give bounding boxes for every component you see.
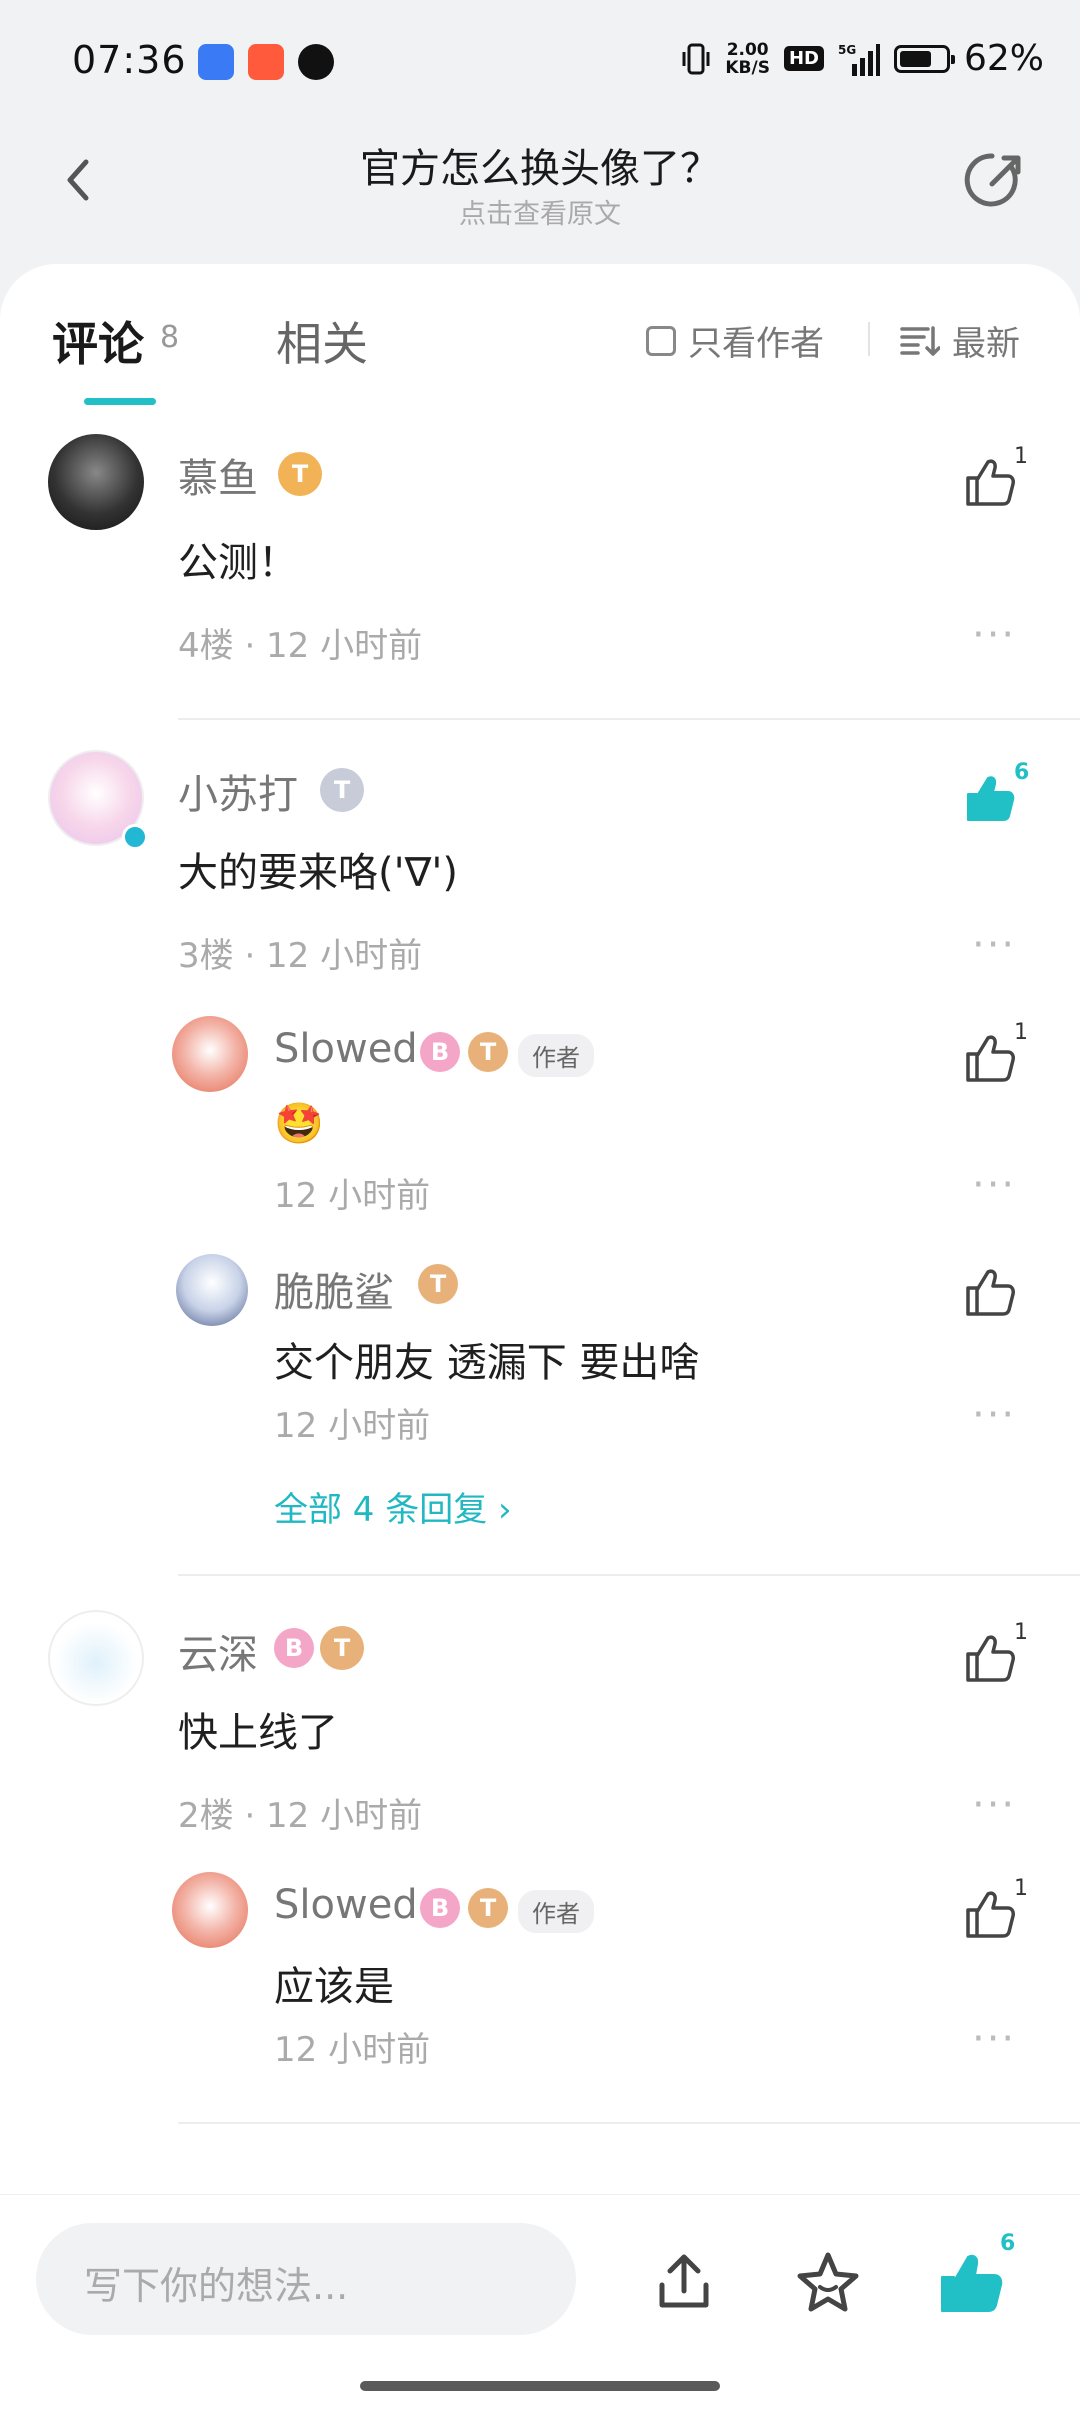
fan-badge: B [420,1032,460,1072]
reply-text: 交个朋友 透漏下 要出啥 [274,1340,700,1386]
username[interactable]: 慕鱼 [178,446,258,504]
like-count: 1 [1014,1020,1028,1045]
like-button[interactable] [962,1030,1018,1086]
reply-username[interactable]: 脆脆鲨 [274,1260,394,1318]
like-count: 1 [1014,444,1028,469]
tab-related[interactable]: 相关 [276,308,368,374]
level-badge: T [418,1264,458,1304]
author-only-toggle[interactable]: 只看作者 [646,316,824,365]
level-badge: T [278,452,322,496]
tab-comments-count: 8 [160,320,180,355]
more-options-button[interactable]: ··· [972,925,1016,965]
vibrate-icon [682,43,710,74]
reply-username[interactable]: Slowed [274,1882,418,1928]
author-tag: 作者 [518,1890,594,1933]
reply-text: 应该是 [274,1964,394,2010]
like-button[interactable] [962,1630,1018,1686]
username[interactable]: 云深 [178,1622,258,1680]
like-count: 6 [1014,760,1030,785]
kuaishou-app-icon [248,44,284,80]
comment-input-placeholder: 写下你的想法... [84,2264,349,2308]
comment-item: 小苏打 T 大的要来咯('∇') 3楼 · 12 小时前 6 ··· Slowe… [0,750,1080,1310]
home-indicator[interactable] [360,2381,720,2391]
avatar[interactable] [48,1610,144,1706]
like-count: 1 [1014,1876,1028,1901]
reply-text: 🤩 [274,1101,324,1147]
baidu-app-icon [198,44,234,80]
sort-label: 最新 [952,324,1020,364]
post-like-count: 6 [1000,2231,1016,2256]
divider [868,322,870,356]
separator [178,1574,1080,1576]
level-badge: T [468,1888,508,1928]
signal-icon: 5G [838,43,880,76]
comment-text: 快上线了 [178,1710,338,1756]
battery-icon [893,44,955,73]
comment-meta: 4楼 · 12 小时前 [178,626,423,666]
like-button-active[interactable] [962,770,1018,826]
view-all-replies-link[interactable]: 全部 4 条回复 › [274,1482,512,1531]
wechat-app-icon [298,44,334,80]
more-options-button[interactable]: ··· [972,2019,1016,2059]
share-button[interactable] [962,146,1030,214]
notification-icons [198,44,334,80]
level-badge: T [468,1032,508,1072]
comment-item: 慕鱼 T 公测！ 4楼 · 12 小时前 1 ··· [0,434,1080,734]
favorite-star-icon[interactable] [792,2247,864,2319]
status-time: 07:36 [72,38,187,82]
hd-badge: HD [783,46,824,71]
sort-button[interactable]: 最新 [900,316,1020,365]
reply-meta: 12 小时前 [274,1406,431,1446]
author-tag: 作者 [518,1034,594,1077]
reply-avatar[interactable] [172,1016,248,1092]
fan-badge: B [274,1628,314,1668]
like-button[interactable] [962,1264,1018,1320]
more-options-button[interactable]: ··· [972,615,1016,655]
comments-card: 评论 8 相关 只看作者 最新 慕鱼 T 公测！ 4楼 · 12 小时前 1 ·… [0,264,1080,2194]
battery-percent: 62% [963,38,1044,79]
reply-username[interactable]: Slowed [274,1026,418,1072]
username[interactable]: 小苏打 [178,762,298,820]
net-speed: 2.00 KB/S [725,39,770,78]
comment-item: 云深 B T 快上线了 2楼 · 12 小时前 1 ··· Slowed B T… [0,1610,1080,2150]
separator [178,2122,1080,2124]
tab-active-indicator [84,398,156,405]
reply-item: 脆脆鲨 T 交个朋友 透漏下 要出啥 12 小时前 ··· 全部 4 条回复 › [0,1254,1080,1530]
reply-avatar[interactable] [172,1872,248,1948]
sort-icon [900,325,940,356]
page-title: 官方怎么换头像了？ [360,146,720,192]
tab-comments[interactable]: 评论 [52,308,144,374]
more-options-button[interactable]: ··· [972,1165,1016,1205]
like-button[interactable] [962,454,1018,510]
comment-meta: 3楼 · 12 小时前 [178,936,423,976]
level-badge: T [320,768,364,812]
more-options-button[interactable]: ··· [972,1395,1016,1435]
comment-text: 公测！ [178,540,298,586]
header: 官方怎么换头像了？ 点击查看原文 [0,120,1080,260]
separator [178,718,1080,720]
author-only-label: 只看作者 [688,324,824,364]
tab-bar: 评论 8 相关 只看作者 最新 [0,264,1080,414]
reply-meta: 12 小时前 [274,2030,431,2070]
view-original-link[interactable]: 点击查看原文 [0,192,1080,231]
reply-meta: 12 小时前 [274,1176,431,1216]
bottom-action-bar: 写下你的想法... 6 [0,2194,1080,2413]
verified-icon [122,824,148,850]
status-right: 2.00 KB/S HD 5G 62% [681,38,1044,79]
reply-avatar[interactable] [176,1254,248,1326]
level-badge: T [320,1626,364,1670]
like-count: 1 [1014,1620,1028,1645]
comment-meta: 2楼 · 12 小时前 [178,1796,423,1836]
svg-text:5G: 5G [838,43,856,57]
fan-badge: B [420,1888,460,1928]
comment-text: 大的要来咯('∇') [178,850,458,896]
more-options-button[interactable]: ··· [972,1785,1016,1825]
like-post-icon[interactable] [936,2247,1008,2319]
comment-input[interactable]: 写下你的想法... [36,2223,576,2335]
avatar[interactable] [48,434,144,530]
status-bar: 07:36 2.00 KB/S HD 5G 62% [0,0,1080,120]
like-button[interactable] [962,1886,1018,1942]
checkbox-icon [646,325,676,356]
share-icon[interactable] [648,2247,720,2319]
